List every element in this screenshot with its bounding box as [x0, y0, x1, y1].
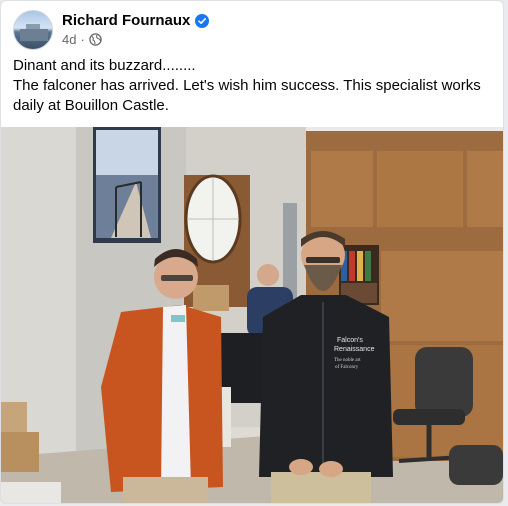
post-card: Richard Fournaux 4d · Dinant and its buz… [0, 0, 504, 504]
verified-badge-icon [195, 13, 210, 28]
jacket-text-1: Falcon's [337, 337, 363, 344]
globe-icon[interactable] [89, 33, 102, 46]
post-time[interactable]: 4d [62, 32, 76, 47]
author-name[interactable]: Richard Fournaux [62, 12, 190, 29]
wall-painting [93, 127, 161, 243]
post-text: Dinant and its buzzard........ The falco… [13, 56, 491, 116]
jacket-text-4: of Falconry [335, 365, 359, 370]
post-meta: 4d · [62, 32, 102, 47]
post-photo[interactable]: Falcon's Renaissance The noble art of Fa… [1, 127, 503, 503]
jacket-text-3: The noble art [334, 358, 361, 363]
jacket-text-2: Renaissance [334, 346, 375, 353]
author-name-row: Richard Fournaux [62, 12, 210, 29]
post-header: Richard Fournaux 4d · [13, 10, 483, 52]
author-avatar[interactable] [13, 10, 53, 50]
post-text-line-1: Dinant and its buzzard........ [13, 57, 196, 74]
meta-separator: · [80, 32, 85, 47]
post-text-line-2: The falconer has arrived. Let's wish him… [13, 77, 481, 114]
